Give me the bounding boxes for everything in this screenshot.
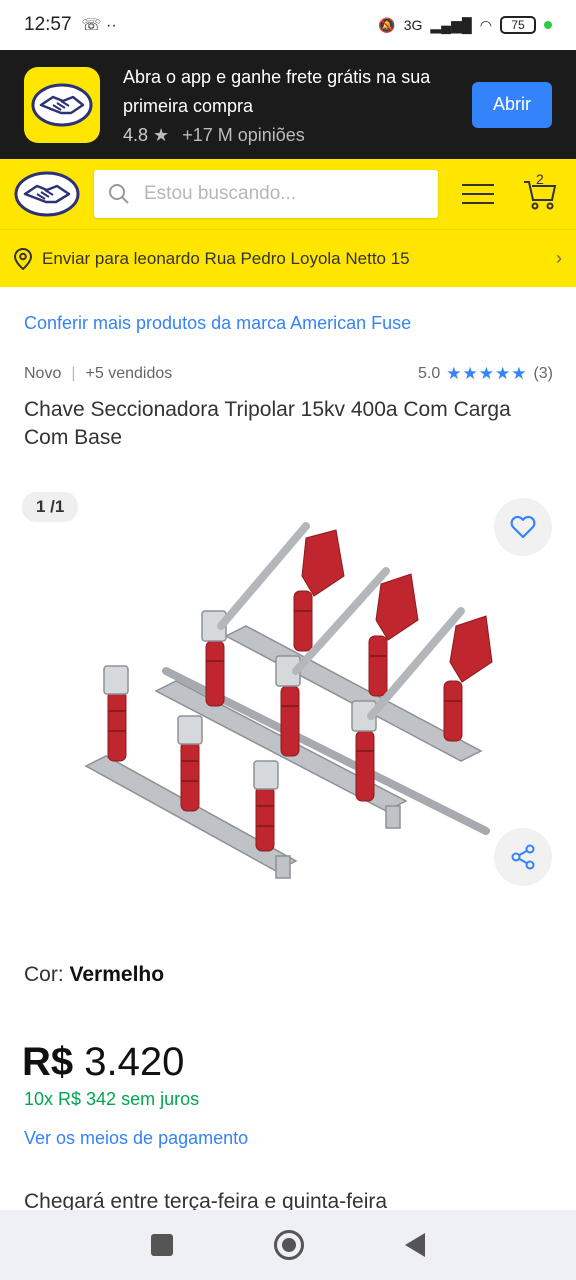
system-navigation-bar bbox=[0, 1210, 576, 1280]
price-value: 3.420 bbox=[84, 1040, 185, 1084]
product-title: Chave Seccionadora Tripolar 15kv 400a Co… bbox=[24, 398, 511, 449]
wifi-icon: ◠ bbox=[479, 16, 492, 33]
mute-icon: 🔕 bbox=[378, 16, 396, 33]
home-icon[interactable] bbox=[273, 1230, 304, 1260]
shipping-address[interactable]: Enviar para leonardo Rua Pedro Loyola Ne… bbox=[0, 229, 576, 287]
app-reviews: +17 M opiniões bbox=[182, 125, 305, 145]
status-bar: 12:57 ☏ ·· 🔕 3G ▂▄▆█ ◠ 75 bbox=[0, 0, 576, 50]
banner-message: Abra o app e ganhe frete grátis na sua p… bbox=[123, 67, 431, 116]
installments: 10x R$ 342 sem juros bbox=[24, 1089, 200, 1109]
favorite-button[interactable] bbox=[494, 498, 552, 556]
back-icon[interactable] bbox=[405, 1233, 426, 1257]
open-app-button[interactable]: Abrir bbox=[472, 81, 552, 128]
header: 2 bbox=[0, 159, 576, 229]
app-logo bbox=[24, 66, 100, 143]
rating-value: 5.0 bbox=[417, 365, 441, 382]
menu-icon[interactable] bbox=[462, 177, 494, 211]
image-counter: 1 /1 bbox=[22, 492, 79, 522]
heart-icon bbox=[510, 515, 536, 539]
recent-apps-icon[interactable] bbox=[150, 1234, 173, 1256]
product-image[interactable] bbox=[76, 516, 496, 896]
cart-count: 2 bbox=[536, 171, 544, 187]
share-icon bbox=[511, 844, 535, 870]
search-bar[interactable] bbox=[94, 170, 438, 218]
handshake-icon bbox=[31, 83, 93, 126]
app-install-banner: Abra o app e ganhe frete grátis na sua p… bbox=[0, 50, 576, 159]
location-pin-icon bbox=[14, 247, 32, 270]
battery-icon: 75 bbox=[500, 16, 536, 34]
price: R$ 3.420 bbox=[22, 1040, 184, 1085]
color-label: Cor: bbox=[24, 963, 64, 986]
search-input[interactable] bbox=[144, 183, 424, 205]
payment-methods-link[interactable]: Ver os meios de pagamento bbox=[24, 1128, 248, 1149]
separator: | bbox=[71, 365, 76, 382]
address-label: Enviar para leonardo Rua Pedro Loyola Ne… bbox=[42, 248, 410, 268]
product-gallery[interactable]: 1 /1 bbox=[0, 488, 576, 908]
condition: Novo bbox=[24, 365, 62, 382]
rating-stars-icon: ★★★★★ bbox=[446, 364, 528, 383]
star-icon: ★ bbox=[153, 125, 170, 145]
missed-call-icon: ☏ ·· bbox=[81, 17, 117, 34]
product-rating[interactable]: 5.0 ★★★★★ (3) bbox=[418, 364, 553, 384]
share-button[interactable] bbox=[494, 828, 552, 886]
color-selection: Cor: Vermelho bbox=[24, 963, 164, 987]
app-rating: 4.8 ★ +17 M opiniões bbox=[123, 125, 305, 145]
brand-products-link[interactable]: Conferir mais produtos da marca American… bbox=[24, 313, 411, 334]
cart-button[interactable]: 2 bbox=[522, 171, 558, 212]
network-type: 3G bbox=[403, 17, 423, 33]
status-icons: 🔕 3G ▂▄▆█ ◠ 75 bbox=[378, 16, 552, 34]
privacy-dot bbox=[544, 21, 552, 29]
product-meta: Novo | +5 vendidos 5.0 ★★★★★ (3) bbox=[24, 364, 553, 384]
search-icon bbox=[109, 184, 129, 204]
status-time: 12:57 bbox=[24, 14, 72, 35]
mercadolivre-logo[interactable] bbox=[14, 171, 80, 217]
chevron-right-icon: › bbox=[556, 248, 562, 268]
signal-icon: ▂▄▆█ bbox=[430, 16, 472, 33]
price-currency: R$ bbox=[22, 1040, 74, 1084]
sold-count: +5 vendidos bbox=[85, 365, 173, 382]
review-count: (3) bbox=[533, 365, 553, 382]
color-value: Vermelho bbox=[69, 963, 165, 986]
